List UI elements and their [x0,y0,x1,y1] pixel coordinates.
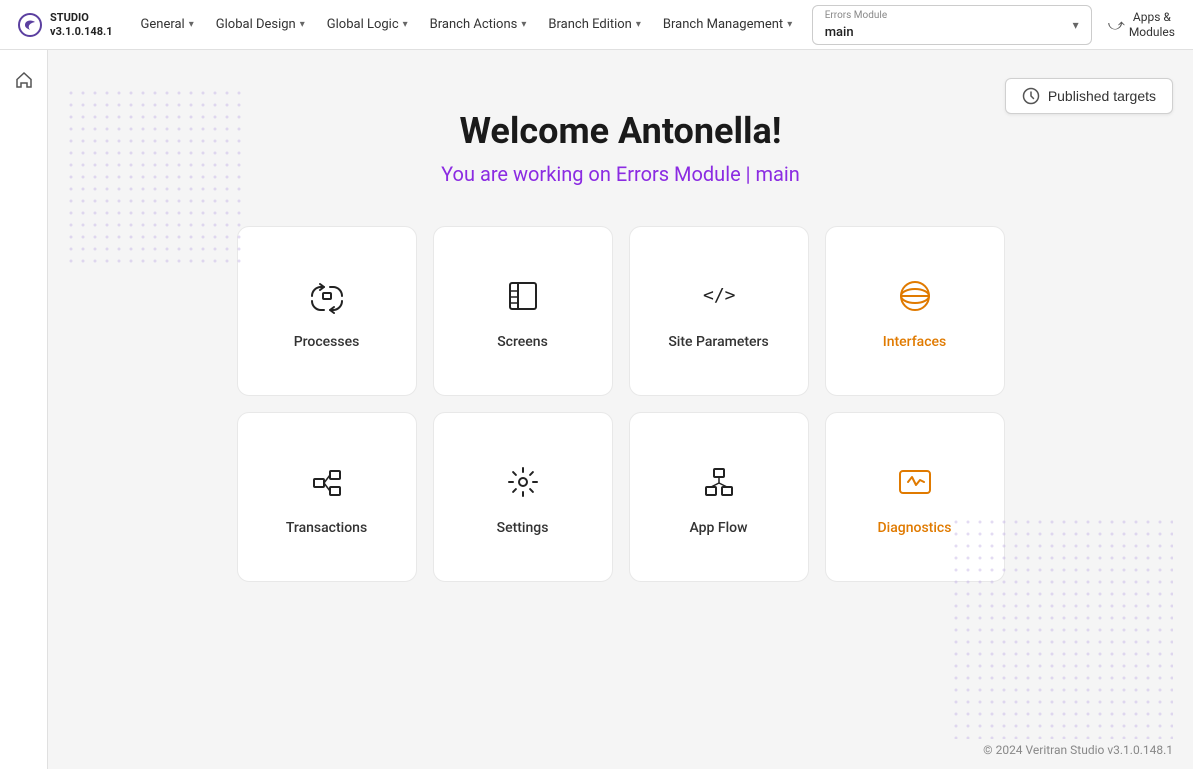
nav-item-general[interactable]: General ▾ [131,11,204,38]
settings-label: Settings [497,520,549,536]
apps-icon: ⤻ [1108,15,1125,34]
interfaces-icon [891,272,939,320]
svg-text:</>: </> [703,285,736,306]
processes-label: Processes [294,334,360,350]
welcome-section: Welcome Antonella! You are working on Er… [48,110,1193,186]
processes-icon [303,272,351,320]
sidebar-home-button[interactable] [6,62,42,98]
welcome-title: Welcome Antonella! [48,110,1193,152]
module-selector[interactable]: Errors Module main ▾ [812,5,1092,45]
logo-icon [16,11,44,39]
interfaces-label: Interfaces [883,334,946,350]
card-interfaces[interactable]: Interfaces [825,226,1005,396]
apps-modules-button[interactable]: ⤻ Apps &Modules [1098,4,1185,45]
chevron-down-icon: ▾ [300,19,305,30]
top-navigation: STUDIO v3.1.0.148.1 General ▾ Global Des… [0,0,1193,50]
card-settings[interactable]: Settings [433,412,613,582]
card-app-flow[interactable]: App Flow [629,412,809,582]
nav-item-branch-actions[interactable]: Branch Actions ▾ [420,11,537,38]
transactions-label: Transactions [286,520,367,536]
card-processes[interactable]: Processes [237,226,417,396]
nav-item-branch-edition[interactable]: Branch Edition ▾ [538,11,651,38]
app-flow-icon [695,458,743,506]
diagnostics-label: Diagnostics [878,520,952,536]
page-layout: Published targets Welcome Antonella! You… [0,50,1193,769]
logo-text: STUDIO v3.1.0.148.1 [50,11,113,37]
site-parameters-icon: </> [695,272,743,320]
chevron-down-icon: ▾ [787,19,792,30]
chevron-down-icon: ▾ [403,19,408,30]
chevron-down-icon: ▾ [189,19,194,30]
settings-icon [499,458,547,506]
chevron-down-icon: ▾ [521,19,526,30]
footer-text: © 2024 Veritran Studio v3.1.0.148.1 [983,743,1173,757]
nav-item-branch-management[interactable]: Branch Management ▾ [653,11,802,38]
welcome-subtitle: You are working on Errors Module | main [48,162,1193,186]
main-content: Published targets Welcome Antonella! You… [48,50,1193,769]
card-site-parameters[interactable]: </> Site Parameters [629,226,809,396]
card-diagnostics[interactable]: Diagnostics [825,412,1005,582]
sidebar [0,50,48,769]
published-targets-button[interactable]: Published targets [1005,78,1173,114]
clock-icon [1022,87,1040,105]
site-parameters-label: Site Parameters [668,334,768,350]
screens-icon [499,272,547,320]
module-chevron-icon: ▾ [1073,18,1079,32]
nav-item-global-logic[interactable]: Global Logic ▾ [317,11,418,38]
chevron-down-icon: ▾ [636,19,641,30]
cards-grid: Processes Screens </> [48,226,1193,582]
card-screens[interactable]: Screens [433,226,613,396]
nav-item-global-design[interactable]: Global Design ▾ [206,11,315,38]
card-transactions[interactable]: Transactions [237,412,417,582]
logo[interactable]: STUDIO v3.1.0.148.1 [8,11,121,39]
home-icon [14,70,34,90]
app-flow-label: App Flow [690,520,748,536]
diagnostics-icon [891,458,939,506]
transactions-icon [303,458,351,506]
screens-label: Screens [497,334,548,350]
